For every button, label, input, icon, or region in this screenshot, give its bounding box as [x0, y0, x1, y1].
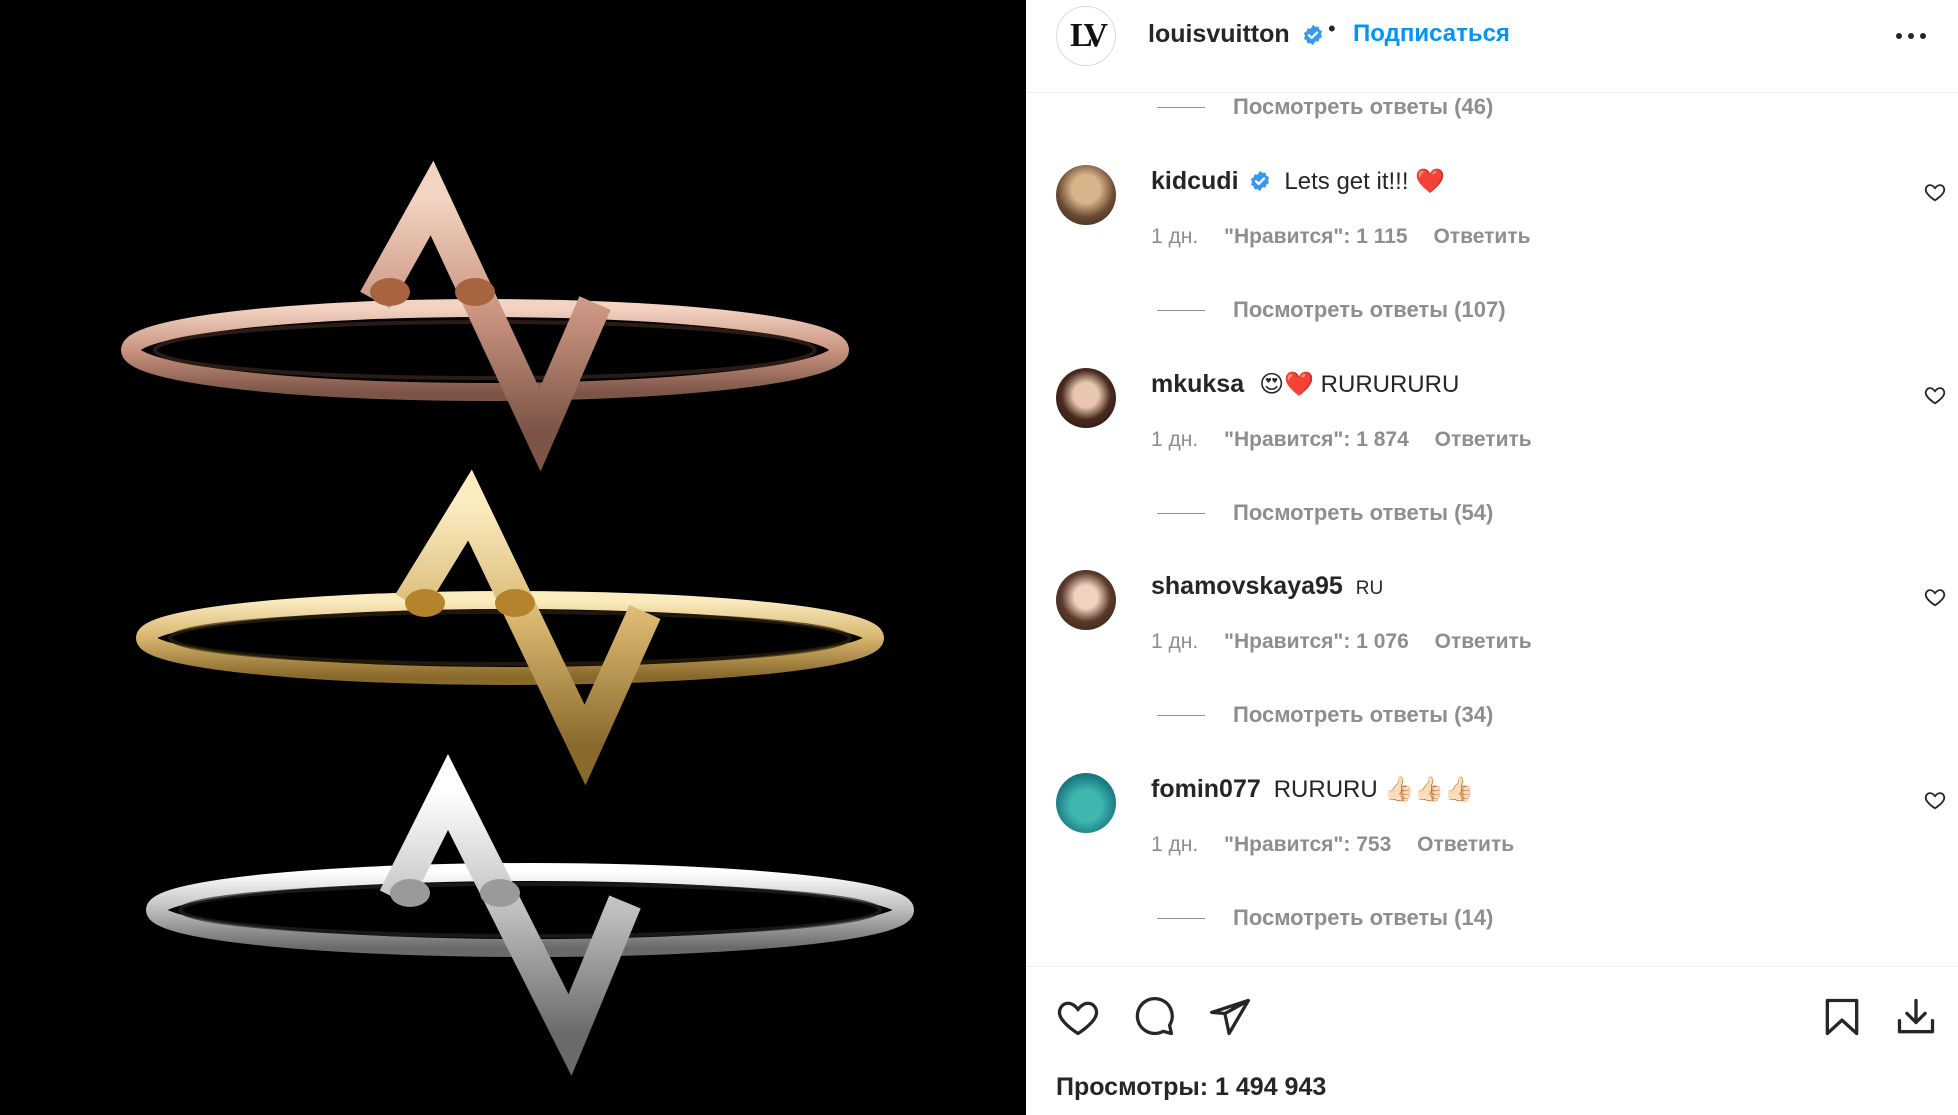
reply-button[interactable]: Ответить: [1435, 428, 1532, 451]
avatar[interactable]: [1056, 368, 1116, 428]
comment-likes[interactable]: "Нравится": 1 076: [1224, 630, 1409, 653]
avatar[interactable]: LV: [1056, 6, 1116, 66]
comment-item: shamovskaya95 RU 1 дн. "Нравится": 1 076…: [1026, 560, 1958, 710]
share-icon[interactable]: [1208, 995, 1252, 1039]
comment-username[interactable]: kidcudi: [1151, 167, 1239, 195]
comments-panel: LV louisvuitton • Подписаться Посмотреть…: [1026, 0, 1958, 1115]
heart-icon[interactable]: [1924, 181, 1946, 203]
comment-likes[interactable]: "Нравится": 1 115: [1224, 225, 1408, 248]
comment-content: fomin077 RURURU 👍🏻👍🏻👍🏻: [1151, 775, 1474, 804]
silver-bracelet: [146, 754, 914, 1076]
view-replies-link[interactable]: Посмотреть ответы (34): [1233, 702, 1493, 728]
follow-button[interactable]: Подписаться: [1353, 20, 1510, 48]
comment-time: 1 дн.: [1151, 630, 1199, 653]
heart-icon[interactable]: [1924, 384, 1946, 406]
comment-text: Lets get it!!! ❤️: [1284, 168, 1446, 195]
view-replies-link[interactable]: Посмотреть ответы (54): [1233, 500, 1493, 526]
heart-icon[interactable]: [1924, 586, 1946, 608]
reply-button[interactable]: Ответить: [1417, 833, 1514, 856]
view-replies-link[interactable]: Посмотреть ответы (107): [1233, 297, 1506, 323]
verified-badge-icon: [1303, 24, 1323, 46]
comment-username[interactable]: fomin077: [1151, 775, 1261, 803]
comment-meta: 1 дн. "Нравится": 1 874 Ответить: [1151, 428, 1552, 452]
comment-meta: 1 дн. "Нравится": 1 076 Ответить: [1151, 630, 1552, 654]
comment-content: shamovskaya95 RU: [1151, 572, 1383, 601]
replies-divider: [1157, 918, 1205, 919]
view-replies-link[interactable]: Посмотреть ответы (14): [1233, 905, 1493, 931]
comment-username[interactable]: shamovskaya95: [1151, 572, 1343, 600]
post-media[interactable]: [0, 0, 1026, 1114]
views-count: Просмотры: 1 494 943: [1056, 1073, 1327, 1101]
post-header: LV louisvuitton • Подписаться: [1026, 0, 1958, 93]
comment-time: 1 дн.: [1151, 428, 1199, 451]
avatar[interactable]: [1056, 570, 1116, 630]
comment-text: RU: [1355, 578, 1384, 599]
view-replies-link[interactable]: Посмотреть ответы (46): [1233, 94, 1493, 120]
comment-likes[interactable]: "Нравится": 1 874: [1224, 428, 1409, 451]
comment-username[interactable]: mkuksa: [1151, 370, 1244, 398]
replies-divider: [1157, 310, 1205, 311]
comment-content: kidcudi Lets get it!!! ❤️: [1151, 167, 1445, 196]
comment-text: 😍❤️ RURURURU: [1259, 371, 1460, 398]
avatar[interactable]: [1056, 165, 1116, 225]
yellow-gold-bracelet: [136, 469, 884, 786]
actions-bar: Просмотры: 1 494 943: [1026, 966, 1958, 1115]
rose-gold-bracelet: [121, 160, 849, 472]
download-icon[interactable]: [1894, 995, 1938, 1039]
bracelets-image: [121, 160, 914, 1076]
separator-dot: •: [1328, 16, 1336, 41]
comment-meta: 1 дн. "Нравится": 1 115 Ответить: [1151, 225, 1551, 249]
comment-item: mkuksa 😍❤️ RURURURU 1 дн. "Нравится": 1 …: [1026, 358, 1958, 508]
avatar-monogram: LV: [1069, 17, 1108, 54]
header-username[interactable]: louisvuitton: [1148, 20, 1290, 49]
like-heart-icon[interactable]: [1056, 995, 1100, 1039]
comment-likes[interactable]: "Нравится": 753: [1224, 833, 1391, 856]
comment-item: fomin077 RURURU 👍🏻👍🏻👍🏻 1 дн. "Нравится":…: [1026, 763, 1958, 913]
comment-meta: 1 дн. "Нравится": 753 Ответить: [1151, 833, 1534, 857]
heart-icon[interactable]: [1924, 789, 1946, 811]
bookmark-icon[interactable]: [1820, 995, 1864, 1039]
replies-divider: [1157, 513, 1205, 514]
replies-divider: [1157, 107, 1205, 108]
comment-text: RURURU 👍🏻👍🏻👍🏻: [1273, 776, 1475, 803]
comment-content: mkuksa 😍❤️ RURURURU: [1151, 370, 1459, 399]
verified-badge-icon: [1251, 170, 1270, 192]
replies-divider: [1157, 715, 1205, 716]
reply-button[interactable]: Ответить: [1435, 630, 1532, 653]
more-icon[interactable]: [1894, 24, 1928, 48]
reply-button[interactable]: Ответить: [1433, 225, 1530, 248]
comment-item: kidcudi Lets get it!!! ❤️ 1 дн. "Нравитс…: [1026, 155, 1958, 305]
comment-icon[interactable]: [1132, 995, 1176, 1039]
comment-time: 1 дн.: [1151, 225, 1199, 248]
comment-time: 1 дн.: [1151, 833, 1199, 856]
avatar[interactable]: [1056, 773, 1116, 833]
